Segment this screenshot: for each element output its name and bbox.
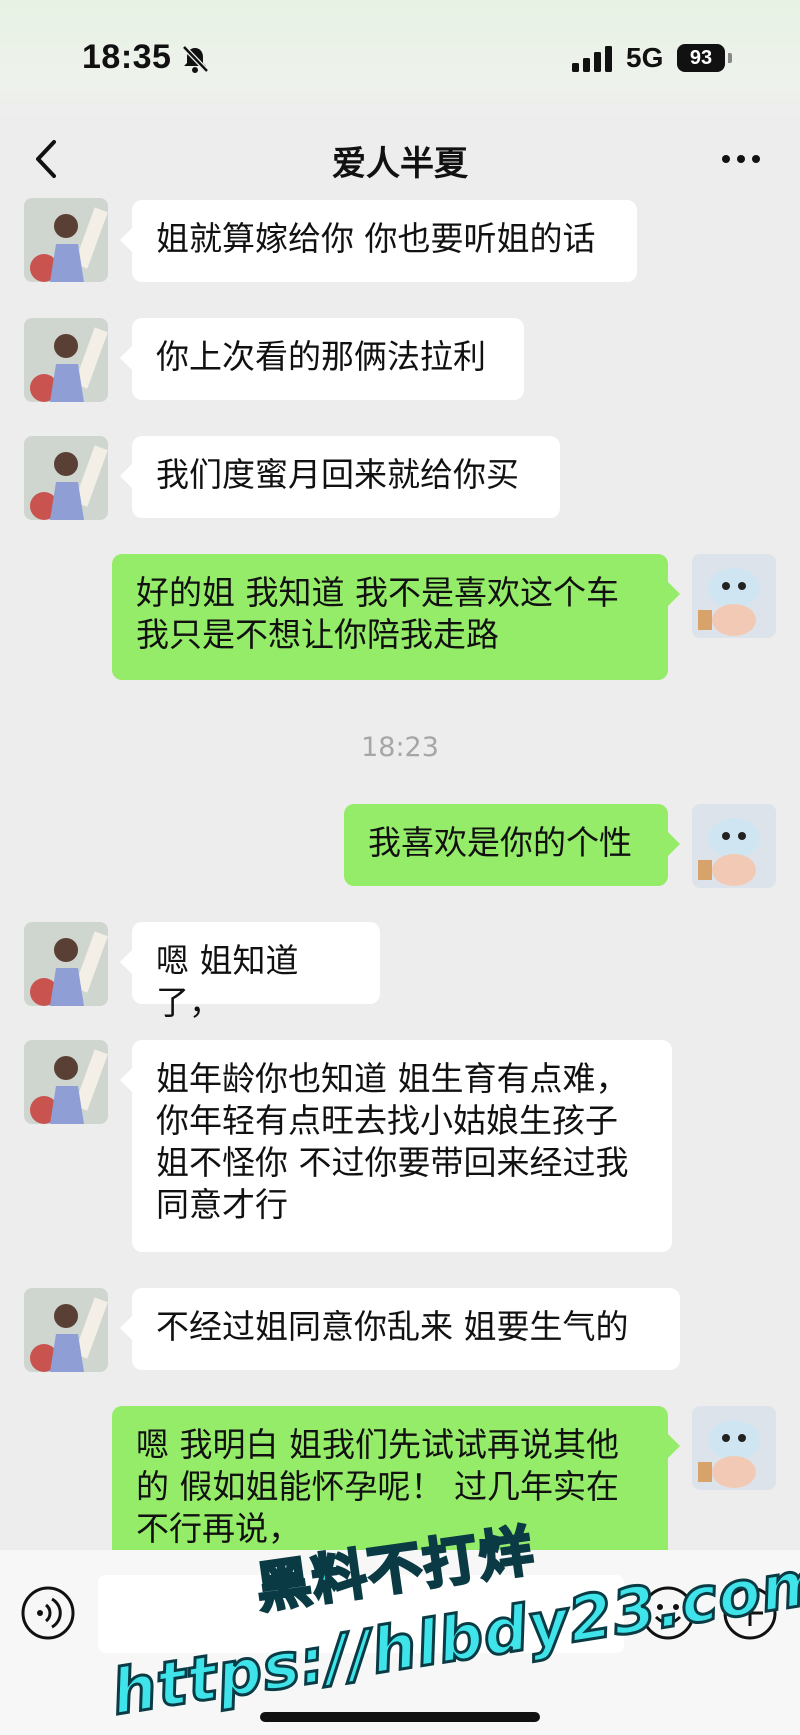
network-type: 5G: [626, 42, 664, 73]
contact-avatar[interactable]: [24, 198, 108, 282]
message-bubble-incoming[interactable]: 姐年龄你也知道 姐生育有点难， 你年轻有点旺去找小姑娘生孩子 姐不怪你 不过你要…: [120, 1040, 672, 1252]
message-timestamp: 18:23: [361, 732, 439, 763]
message-bubble-outgoing[interactable]: 我喜欢是你的个性: [344, 804, 680, 886]
message-bubble-incoming[interactable]: 嗯 姐知道了，: [120, 922, 380, 1022]
battery-cap: [728, 53, 732, 63]
contact-avatar[interactable]: [24, 922, 108, 1006]
contact-avatar[interactable]: [24, 318, 108, 402]
message-bubble-incoming[interactable]: 我们度蜜月回来就给你买: [120, 436, 560, 518]
mute-icon: [182, 45, 209, 73]
chat-header: 爱人半夏: [0, 118, 800, 202]
message-list[interactable]: 姐就算嫁给你 你也要听姐的话 你上次看的那俩法拉利 我们度蜜月回来就给你买 好的…: [0, 198, 800, 1576]
status-time: 18:35: [82, 38, 172, 76]
voice-icon[interactable]: [20, 1585, 76, 1641]
battery-icon: 93: [677, 44, 725, 72]
status-bar: 18:35 5G 93: [0, 0, 800, 118]
contact-avatar[interactable]: [24, 436, 108, 520]
signal-icon: [572, 46, 612, 72]
my-avatar[interactable]: [692, 554, 776, 638]
message-bubble-outgoing[interactable]: 好的姐 我知道 我不是喜欢这个车 我只是不想让你陪我走路: [112, 554, 680, 680]
contact-avatar[interactable]: [24, 1040, 108, 1124]
contact-avatar[interactable]: [24, 1288, 108, 1372]
my-avatar[interactable]: [692, 1406, 776, 1490]
home-indicator: [260, 1712, 540, 1722]
message-bubble-incoming[interactable]: 你上次看的那俩法拉利: [120, 318, 524, 400]
my-avatar[interactable]: [692, 804, 776, 888]
message-bubble-incoming[interactable]: 不经过姐同意你乱来 姐要生气的: [120, 1288, 680, 1370]
more-icon[interactable]: [716, 142, 766, 176]
chat-title: 爱人半夏: [332, 144, 468, 184]
message-bubble-incoming[interactable]: 姐就算嫁给你 你也要听姐的话: [120, 200, 637, 282]
